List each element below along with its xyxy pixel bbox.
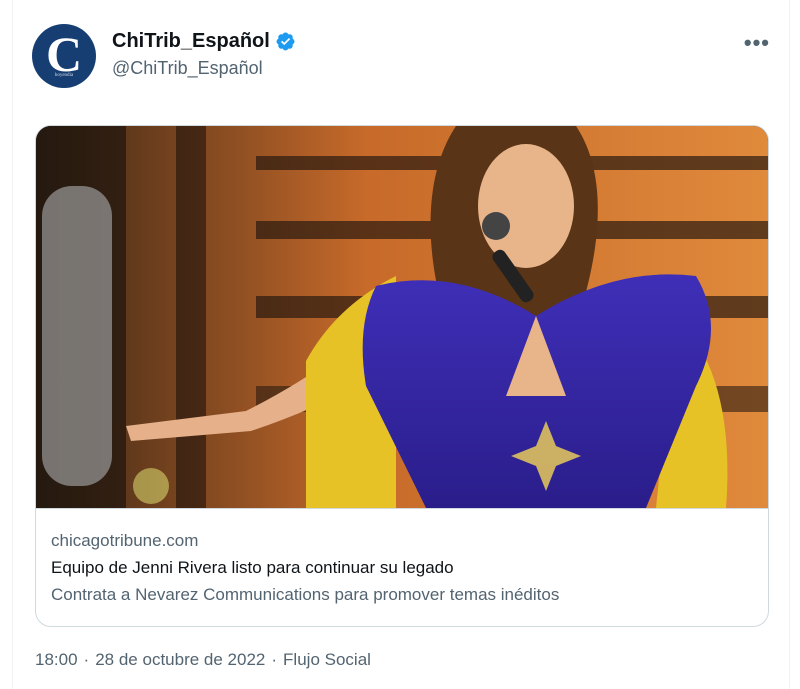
link-card[interactable]: chicagotribune.com Equipo de Jenni River… (35, 125, 769, 627)
more-options-icon[interactable]: ••• (744, 30, 770, 56)
tweet-source[interactable]: Flujo Social (283, 650, 371, 670)
avatar-letter: C (45, 26, 83, 82)
card-description: Contrata a Nevarez Communications para p… (51, 585, 560, 604)
avatar[interactable]: C hoyendia (32, 24, 96, 88)
card-meta[interactable]: chicagotribune.com Equipo de Jenni River… (36, 508, 768, 626)
card-title: Equipo de Jenni Rivera listo para contin… (51, 558, 454, 577)
author-info: ChiTrib_Español @ChiTrib_Español (112, 30, 296, 79)
author-display-name[interactable]: ChiTrib_Español (112, 30, 270, 53)
separator: · (271, 650, 278, 669)
verified-badge-icon (276, 32, 295, 51)
card-image[interactable] (36, 126, 768, 508)
avatar-subtext: hoyendia (54, 73, 74, 78)
concert-photo (36, 126, 768, 508)
author-handle[interactable]: @ChiTrib_Español (112, 58, 296, 79)
tweet-time[interactable]: 18:00 (35, 650, 78, 670)
card-domain: chicagotribune.com (51, 531, 199, 550)
tweet-metadata: 18:00 · 28 de octubre de 2022 · Flujo So… (35, 650, 371, 670)
separator: · (83, 650, 90, 669)
author-name-row[interactable]: ChiTrib_Español (112, 30, 296, 53)
tweet-date[interactable]: 28 de octubre de 2022 (95, 650, 265, 670)
